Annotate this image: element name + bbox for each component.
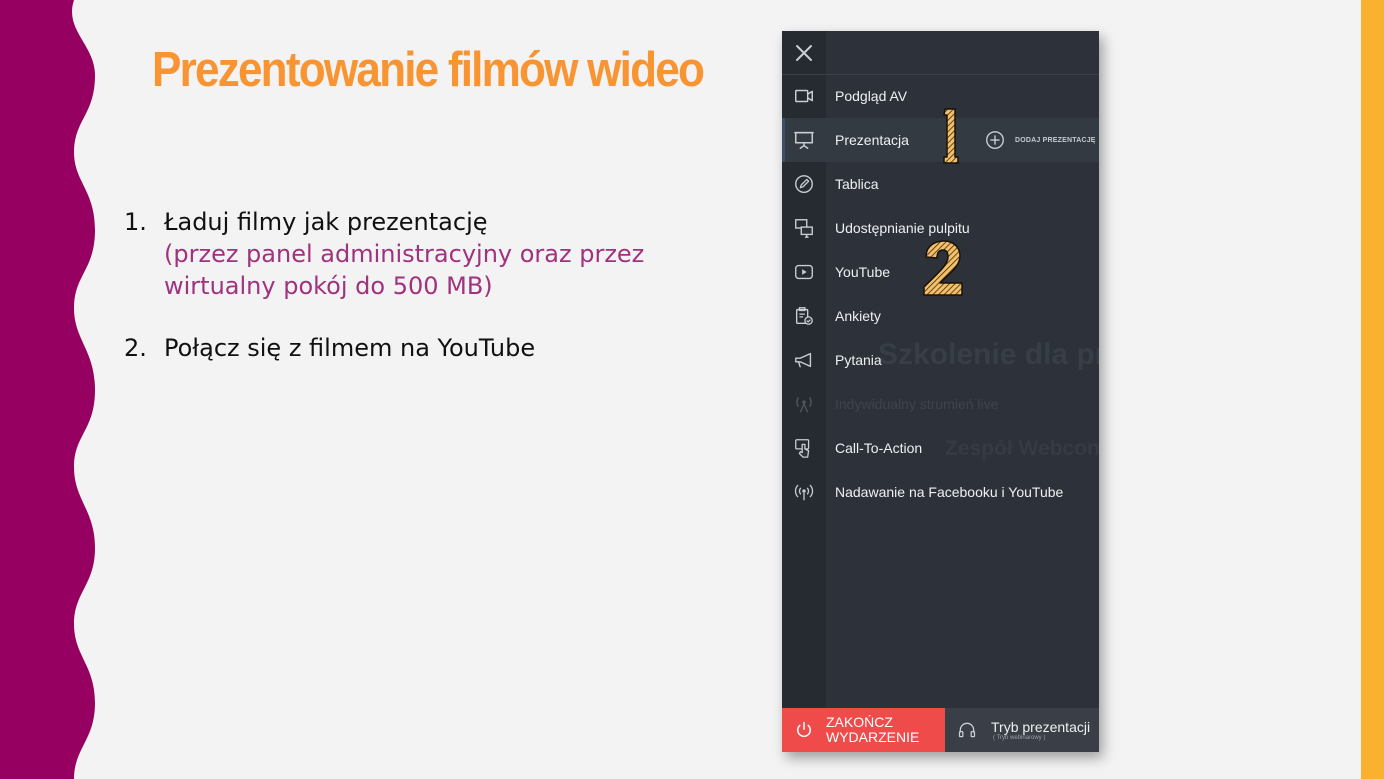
- step-note: (przez panel administracyjny oraz przez …: [164, 240, 645, 300]
- step-text: Połącz się z filmem na YouTube: [164, 334, 536, 362]
- step-marker-2: [923, 240, 963, 296]
- menu-label: Nadawanie na Facebooku i YouTube: [835, 484, 1064, 500]
- left-wave-decoration: [0, 0, 95, 779]
- presentation-board-icon: [794, 131, 814, 149]
- step-number: 2.: [124, 334, 147, 362]
- step-1: 1. Ładuj filmy jak prezentację (przez pa…: [124, 206, 684, 302]
- menu-label: Tablica: [835, 176, 879, 192]
- plus-circle-icon: [986, 131, 1004, 149]
- right-accent-stripe: [1361, 0, 1384, 779]
- menu-item-facebook-youtube-broadcast[interactable]: Nadawanie na Facebooku i YouTube: [782, 470, 1099, 514]
- menu-item-whiteboard[interactable]: Tablica: [782, 162, 1099, 206]
- menu-item-call-to-action[interactable]: Call-To-Action: [782, 426, 1099, 470]
- slide-title: Prezentowanie filmów wideo: [152, 43, 705, 97]
- menu-label: Pytania: [835, 352, 882, 368]
- menu-item-questions[interactable]: Pytania: [782, 338, 1099, 382]
- screen-share-icon: [795, 219, 813, 238]
- hand-pointer-icon: [795, 439, 810, 458]
- panel-footer: ZAKOŃCZ WYDARZENIE Tryb prezentacji ( Tr…: [782, 708, 1099, 752]
- menu-label: YouTube: [835, 264, 891, 280]
- menu-label: Call-To-Action: [835, 440, 923, 456]
- steps-list: 1. Ładuj filmy jak prezentację (przez pa…: [124, 206, 684, 364]
- add-presentation-button[interactable]: DODAJ PREZENTACJĘ: [984, 128, 1096, 152]
- pencil-icon: [795, 175, 813, 193]
- step-number: 1.: [124, 208, 147, 236]
- antenna-icon: [796, 397, 812, 413]
- step-2: 2. Połącz się z filmem na YouTube: [124, 332, 684, 364]
- end-event-button[interactable]: ZAKOŃCZ WYDARZENIE: [782, 708, 945, 752]
- menu-label: Ankiety: [835, 308, 881, 324]
- power-icon: [797, 721, 811, 737]
- panel-header: [782, 31, 1099, 75]
- youtube-play-icon: [795, 264, 813, 280]
- broadcast-icon: [794, 484, 814, 501]
- presentation-mode-label: Tryb prezentacji: [991, 719, 1091, 735]
- presentation-mode-button[interactable]: Tryb prezentacji ( Tryb webinarowy ): [945, 708, 1099, 752]
- end-event-label: ZAKOŃCZ WYDARZENIE: [826, 714, 920, 745]
- headset-icon: [958, 722, 976, 738]
- menu-item-live-stream: Indywidualny strumień live: [782, 382, 1099, 426]
- close-icon: [796, 45, 812, 61]
- menu-label: Indywidualny strumień live: [835, 396, 999, 412]
- add-presentation-label: DODAJ PREZENTACJĘ: [1015, 136, 1096, 144]
- menu-label: Prezentacja: [835, 132, 909, 148]
- menu-label: Udostępnianie pulpitu: [835, 220, 970, 236]
- megaphone-icon: [795, 352, 812, 368]
- step-marker-1: [943, 108, 959, 164]
- presentation-mode-sub: ( Tryb webinarowy ): [993, 735, 1046, 741]
- video-camera-icon: [795, 89, 813, 103]
- step-text: Ładuj filmy jak prezentację: [164, 208, 488, 236]
- poll-clipboard-icon: [795, 307, 813, 325]
- close-button[interactable]: [792, 41, 816, 65]
- menu-item-polls[interactable]: Ankiety: [782, 294, 1099, 338]
- webinar-side-panel: Szkolenie dla pr Zespół Webcon Podgląd A…: [782, 31, 1099, 752]
- menu-label: Podgląd AV: [835, 88, 908, 104]
